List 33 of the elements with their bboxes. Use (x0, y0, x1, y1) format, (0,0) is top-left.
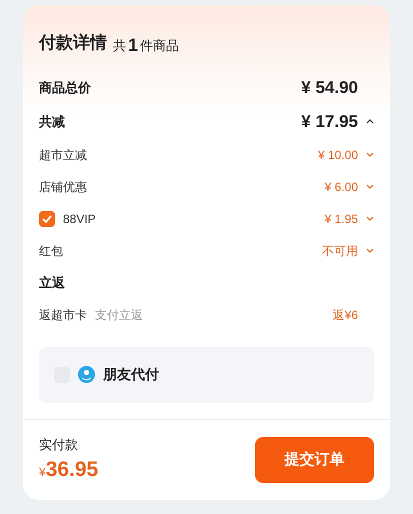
row-label: 返超市卡 (39, 306, 87, 324)
currency-sign: ¥ (39, 464, 46, 481)
row-label: 超市立减 (39, 146, 87, 164)
expand-icon[interactable] (366, 248, 374, 253)
count-label: 共 (113, 37, 126, 55)
check-icon (42, 214, 52, 222)
option-label: 朋友代付 (103, 365, 159, 384)
amount: ¥ 17.95 (301, 110, 358, 133)
discount-amount: ¥ 1.95 (324, 210, 358, 228)
section-title: 付款详情 (39, 32, 107, 54)
discount-amount: ¥ 10.00 (318, 146, 358, 164)
expand-icon[interactable] (366, 216, 374, 221)
user-icon (78, 366, 95, 383)
discount-amount: ¥ 6.00 (324, 178, 358, 196)
collapse-icon[interactable] (366, 119, 374, 124)
row-note: 支付立返 (95, 306, 143, 324)
row-label: 店铺优惠 (39, 178, 87, 196)
row-label: 共减 (39, 112, 65, 131)
row-label: 商品总价 (39, 78, 91, 97)
expand-icon[interactable] (366, 184, 374, 189)
submit-button[interactable]: 提交订单 (255, 437, 374, 483)
amount: ¥ 54.90 (301, 76, 358, 99)
row-label: 红包 (39, 242, 63, 260)
expand-icon[interactable] (366, 152, 374, 157)
section-title: 立返 (39, 274, 65, 292)
count-label: 件商品 (140, 37, 180, 55)
rebate-amount: 返¥6 (332, 306, 358, 324)
row-label: 88VIP (63, 210, 96, 228)
total-label: 实付款 (39, 436, 79, 454)
checkbox[interactable] (39, 210, 55, 226)
total-amount: 36.95 (46, 457, 98, 483)
item-count: 1 (128, 34, 138, 56)
discount-amount: 不可用 (322, 242, 358, 260)
